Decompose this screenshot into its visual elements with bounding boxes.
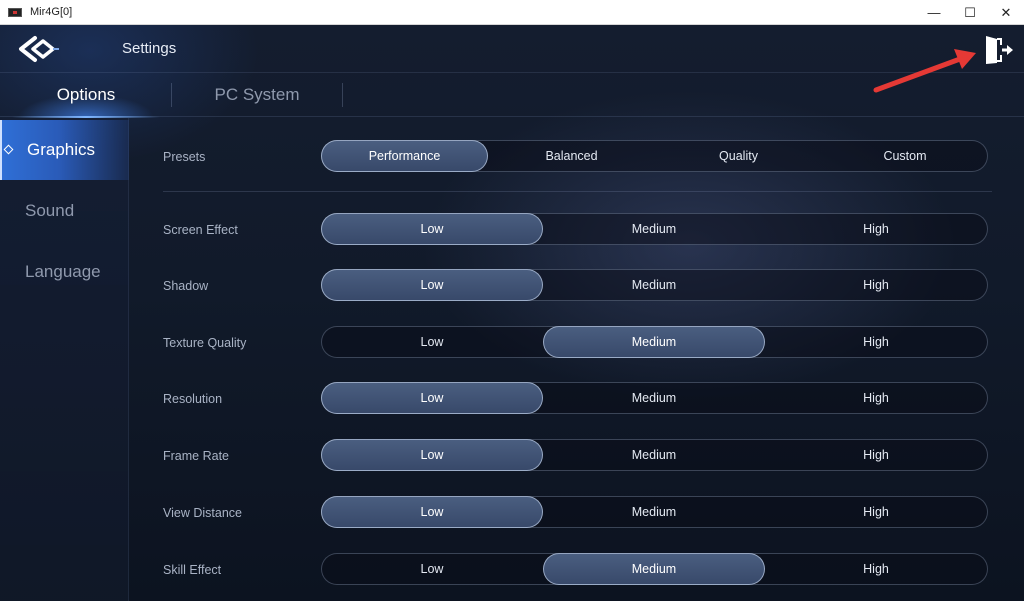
setting-label-texture-quality: Texture Quality xyxy=(163,336,247,350)
presets-selector: Performance Balanced Quality Custom xyxy=(321,140,988,172)
option-high[interactable]: High xyxy=(765,496,987,528)
option-low[interactable]: Low xyxy=(321,439,543,471)
exit-door-icon[interactable] xyxy=(980,33,1016,67)
resolution-selector: Low Medium High xyxy=(321,382,988,414)
preset-option[interactable]: Custom xyxy=(822,140,988,172)
option-high[interactable]: High xyxy=(765,326,987,358)
preset-option[interactable]: Performance xyxy=(321,140,488,172)
tab-divider xyxy=(342,83,343,107)
setting-label-shadow: Shadow xyxy=(163,279,209,293)
sidebar-item-label: Language xyxy=(25,262,101,281)
game-surface: Settings Options PC System Graphics Soun… xyxy=(0,25,1024,601)
option-high[interactable]: High xyxy=(765,213,987,245)
option-low[interactable]: Low xyxy=(321,326,543,358)
screen-effect-selector: Low Medium High xyxy=(321,213,988,245)
sidebar-item-language[interactable]: Language xyxy=(0,242,129,302)
option-high[interactable]: High xyxy=(765,553,987,585)
option-medium[interactable]: Medium xyxy=(543,496,765,528)
option-low[interactable]: Low xyxy=(321,213,543,245)
setting-label-resolution: Resolution xyxy=(163,392,223,406)
frame-rate-selector: Low Medium High xyxy=(321,439,988,471)
settings-sidebar: Graphics Sound Language xyxy=(0,118,129,601)
option-medium[interactable]: Medium xyxy=(543,269,765,301)
skill-effect-selector: Low Medium High xyxy=(321,553,988,585)
option-high[interactable]: High xyxy=(765,269,987,301)
option-medium[interactable]: Medium xyxy=(543,439,765,471)
shadow-selector: Low Medium High xyxy=(321,269,988,301)
minimize-button[interactable]: — xyxy=(916,0,952,25)
sidebar-item-label: Graphics xyxy=(27,140,96,159)
option-medium[interactable]: Medium xyxy=(543,553,765,585)
sidebar-item-label: Sound xyxy=(25,201,75,220)
window-title: Mir4G[0] xyxy=(30,6,73,18)
option-high[interactable]: High xyxy=(765,439,987,471)
top-tabs: Options PC System xyxy=(0,73,1024,118)
game-logo-icon xyxy=(19,36,59,62)
app-icon xyxy=(8,7,22,17)
window-controls: — ☐ ✕ xyxy=(916,0,1024,25)
setting-label-skill-effect: Skill Effect xyxy=(163,563,222,577)
setting-label-screen-effect: Screen Effect xyxy=(163,223,238,237)
tab-options[interactable]: Options xyxy=(0,73,172,118)
sidebar-item-graphics[interactable]: Graphics xyxy=(0,120,129,180)
texture-quality-selector: Low Medium High xyxy=(321,326,988,358)
window-titlebar: Mir4G[0] — ☐ ✕ xyxy=(0,0,1024,25)
section-divider xyxy=(163,191,992,192)
diamond-icon xyxy=(3,144,14,155)
close-button[interactable]: ✕ xyxy=(988,0,1024,25)
sidebar-item-sound[interactable]: Sound xyxy=(0,181,129,241)
option-medium[interactable]: Medium xyxy=(543,213,765,245)
setting-label-frame-rate: Frame Rate xyxy=(163,449,229,463)
settings-header: Settings xyxy=(0,25,1024,73)
option-low[interactable]: Low xyxy=(321,496,543,528)
tab-pc-system[interactable]: PC System xyxy=(172,73,342,117)
preset-option[interactable]: Balanced xyxy=(488,140,655,172)
option-high[interactable]: High xyxy=(765,382,987,414)
maximize-button[interactable]: ☐ xyxy=(952,0,988,25)
presets-label: Presets xyxy=(163,150,206,164)
option-low[interactable]: Low xyxy=(321,553,543,585)
setting-label-view-distance: View Distance xyxy=(163,506,242,520)
option-medium[interactable]: Medium xyxy=(543,326,765,358)
view-distance-selector: Low Medium High xyxy=(321,496,988,528)
option-medium[interactable]: Medium xyxy=(543,382,765,414)
preset-option[interactable]: Quality xyxy=(655,140,822,172)
option-low[interactable]: Low xyxy=(321,382,543,414)
page-title: Settings xyxy=(122,40,177,57)
option-low[interactable]: Low xyxy=(321,269,543,301)
